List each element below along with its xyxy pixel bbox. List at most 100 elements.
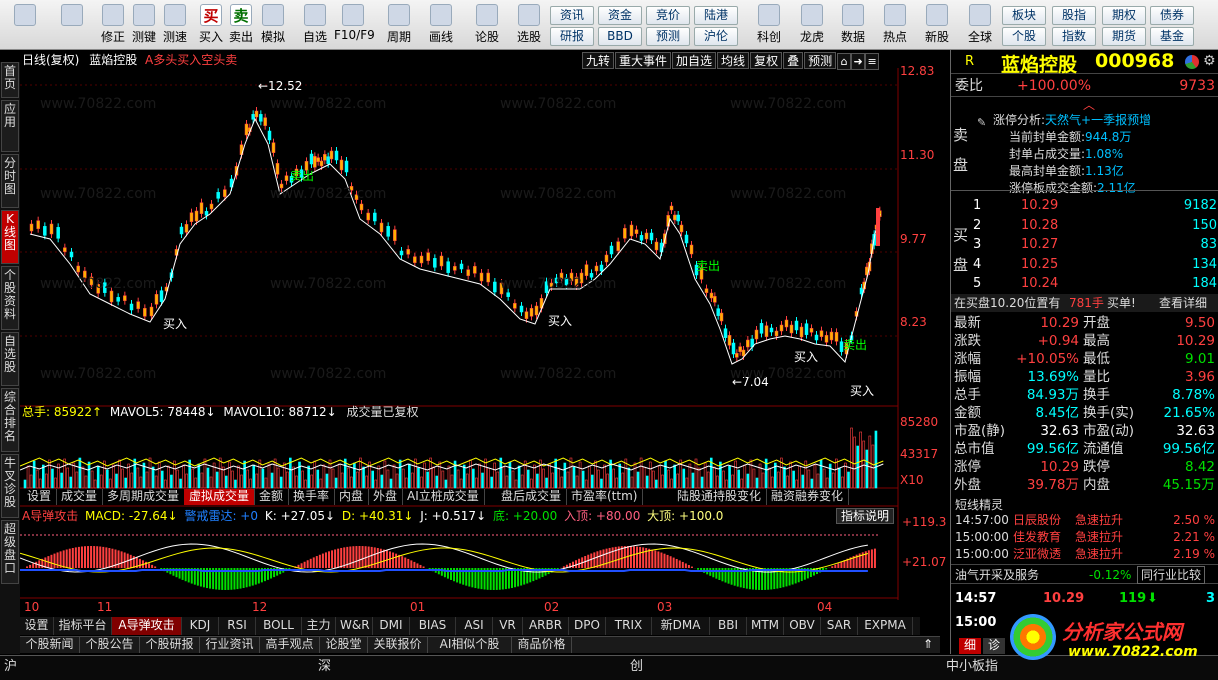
toolbar-small-button-5[interactable]: BBD (598, 27, 642, 46)
indicator-tab-9[interactable]: BIAS (410, 617, 456, 635)
order-detail-link[interactable]: 查看详细 (1159, 294, 1207, 312)
toolbar-small-button-12[interactable]: 个股 (1002, 27, 1046, 46)
chart-tool-2[interactable]: 加自选 (672, 52, 717, 69)
toolbar-button-11[interactable]: 画线 (422, 4, 460, 48)
toolbar-button-8[interactable]: 自选 (296, 4, 334, 48)
news-tab-5[interactable]: 论股堂 (320, 637, 368, 653)
indicator-tab-20[interactable]: EXPMA (858, 617, 913, 635)
toolbar-small-button-0[interactable]: 资讯 (550, 6, 594, 25)
indicator-tab-6[interactable]: 主力 (302, 617, 336, 635)
toolbar-button-10[interactable]: 周期 (380, 4, 418, 48)
quote-tab-0[interactable]: 细 (959, 638, 981, 654)
indicator-tab-17[interactable]: MTM (747, 617, 784, 635)
toolbar-small-button-1[interactable]: 资金 (598, 6, 642, 25)
toolbar-small-button-8[interactable]: 板块 (1002, 6, 1046, 25)
indicator-help-button[interactable]: 指标说明 (836, 508, 894, 524)
indicator-tab-2[interactable]: A导弹攻击 (112, 617, 182, 635)
indicator-tab-3[interactable]: KDJ (182, 617, 219, 635)
chart-tool-1[interactable]: 重大事件 (615, 52, 672, 69)
chart-tool-4[interactable]: 复权 (750, 52, 783, 69)
volume-sub-tab-10[interactable]: 市盈率(ttm) (566, 489, 644, 505)
short-elf-item[interactable]: 14:57:00 日辰股份 急速拉升 2.50 % (951, 512, 1218, 529)
news-tab-2[interactable]: 个股研报 (140, 637, 200, 653)
toolbar-button-7[interactable]: 模拟 (254, 4, 292, 48)
toolbar-small-button-14[interactable]: 期货 (1102, 27, 1146, 46)
limit-info-value[interactable]: 天然气+一季报预增 (1045, 113, 1151, 127)
left-tab-2[interactable]: 分时图 (1, 154, 19, 208)
status-right[interactable]: 中小板指 (946, 656, 998, 678)
period-label[interactable]: 日线(复权) (22, 53, 79, 67)
volume-sub-tab-12[interactable]: 融资融券变化 (766, 489, 850, 505)
bid-row[interactable]: 5 10.24 184 (973, 274, 1217, 294)
volume-sub-tab-7[interactable]: 外盘 (368, 489, 404, 505)
indicator-tab-10[interactable]: ASI (456, 617, 493, 635)
news-tab-0[interactable]: 个股新闻 (20, 637, 80, 653)
strategy-label[interactable]: A多头买入空头卖 (145, 53, 237, 67)
indicator-tab-8[interactable]: DMI (373, 617, 410, 635)
left-tab-5[interactable]: 自选股 (1, 332, 19, 386)
indicator-tab-14[interactable]: TRIX (606, 617, 652, 635)
toolbar-button-9[interactable]: F10/F9 (334, 4, 375, 48)
status-cy[interactable]: 创 (630, 656, 643, 678)
indicator-tab-15[interactable]: 新DMA (652, 617, 710, 635)
toolbar-small-button-13[interactable]: 指数 (1052, 27, 1096, 46)
toolbar-small-button-10[interactable]: 期权 (1102, 6, 1146, 25)
volume-sub-tab-4[interactable]: 金额 (254, 489, 290, 505)
indicator-tab-1[interactable]: 指标平台 (54, 617, 112, 635)
kline-chart[interactable]: ←12.52←7.04卖出买入 买入卖出买入卖出买入www.70822.com ww… (20, 68, 950, 614)
indicator-tab-12[interactable]: ARBR (523, 617, 569, 635)
toolbar-button-13[interactable]: 选股 (510, 4, 548, 48)
expand-up-icon[interactable]: ⇑ (920, 637, 936, 653)
volume-sub-tab-1[interactable]: 成交量 (56, 489, 104, 505)
chart-tool-6[interactable]: 预测 (804, 52, 837, 69)
indicator-tab-0[interactable]: 设置 (20, 617, 54, 635)
left-tab-7[interactable]: 牛叉诊股 (1, 454, 19, 518)
toolbar-button-4[interactable]: 测速 (156, 4, 194, 48)
volume-sub-tab-5[interactable]: 换手率 (288, 489, 336, 505)
toolbar-small-button-2[interactable]: 竞价 (646, 6, 690, 25)
status-sz[interactable]: 深 (318, 656, 331, 678)
bid-row[interactable]: 4 10.25 134 (973, 255, 1217, 275)
toolbar-small-button-3[interactable]: 陆港 (694, 6, 738, 25)
left-tab-3[interactable]: K线图 (1, 210, 19, 264)
indicator-tab-11[interactable]: VR (493, 617, 523, 635)
toolbar-small-button-15[interactable]: 基金 (1150, 27, 1194, 46)
status-sh[interactable]: 沪 (4, 656, 17, 678)
pie-icon[interactable] (1185, 55, 1199, 69)
left-tab-0[interactable]: 首页 (1, 62, 19, 98)
left-tab-1[interactable]: 应用 (1, 100, 19, 152)
gear-icon[interactable]: ⚙ (1203, 53, 1216, 69)
toolbar-button-18[interactable]: 新股 (918, 4, 956, 48)
chart-tool-0[interactable]: 九转 (582, 52, 615, 69)
indicator-tab-7[interactable]: W&R (336, 617, 373, 635)
collapse-arrow-icon[interactable]: ︿ (1083, 96, 1095, 113)
news-tab-6[interactable]: 关联报价 (368, 637, 428, 653)
bid-row[interactable]: 1 10.29 9182 (973, 196, 1217, 216)
toolbar-small-button-11[interactable]: 债券 (1150, 6, 1194, 25)
volume-sub-tab-11[interactable]: 陆股通持股变化 (672, 489, 768, 505)
quote-tab-1[interactable]: 诊 (983, 638, 1005, 654)
left-tab-8[interactable]: 超级盘口 (1, 520, 19, 584)
toolbar-small-button-9[interactable]: 股指 (1052, 6, 1096, 25)
volume-sub-tab-6[interactable]: 内盘 (334, 489, 370, 505)
news-tab-7[interactable]: AI相似个股 (428, 637, 512, 653)
news-tab-1[interactable]: 个股公告 (80, 637, 140, 653)
industry-compare-button[interactable]: 同行业比较 (1137, 566, 1206, 584)
volume-sub-tab-0[interactable]: 设置 (22, 489, 58, 505)
toolbar-small-button-7[interactable]: 沪伦 (694, 27, 738, 46)
news-tab-3[interactable]: 行业资讯 (200, 637, 260, 653)
volume-sub-tab-2[interactable]: 多周期成交量 (102, 489, 186, 505)
indicator-tab-18[interactable]: OBV (784, 617, 821, 635)
indicator-tab-5[interactable]: BOLL (256, 617, 302, 635)
short-elf-item[interactable]: 15:00:00 佳发教育 急速拉升 2.21 % (951, 529, 1218, 546)
toolbar-button-0[interactable] (5, 4, 45, 48)
indicator-tab-16[interactable]: BBI (710, 617, 747, 635)
chart-tool-3[interactable]: 均线 (717, 52, 750, 69)
toolbar-small-button-6[interactable]: 预测 (646, 27, 690, 46)
bid-row[interactable]: 3 10.27 83 (973, 235, 1217, 255)
news-tab-8[interactable]: 商品价格 (512, 637, 572, 653)
volume-sub-tab-3[interactable]: 虚拟成交量 (184, 489, 256, 505)
indicator-tab-4[interactable]: RSI (219, 617, 256, 635)
left-tab-6[interactable]: 综合排名 (1, 388, 19, 452)
toolbar-button-16[interactable]: 数据 (834, 4, 872, 48)
